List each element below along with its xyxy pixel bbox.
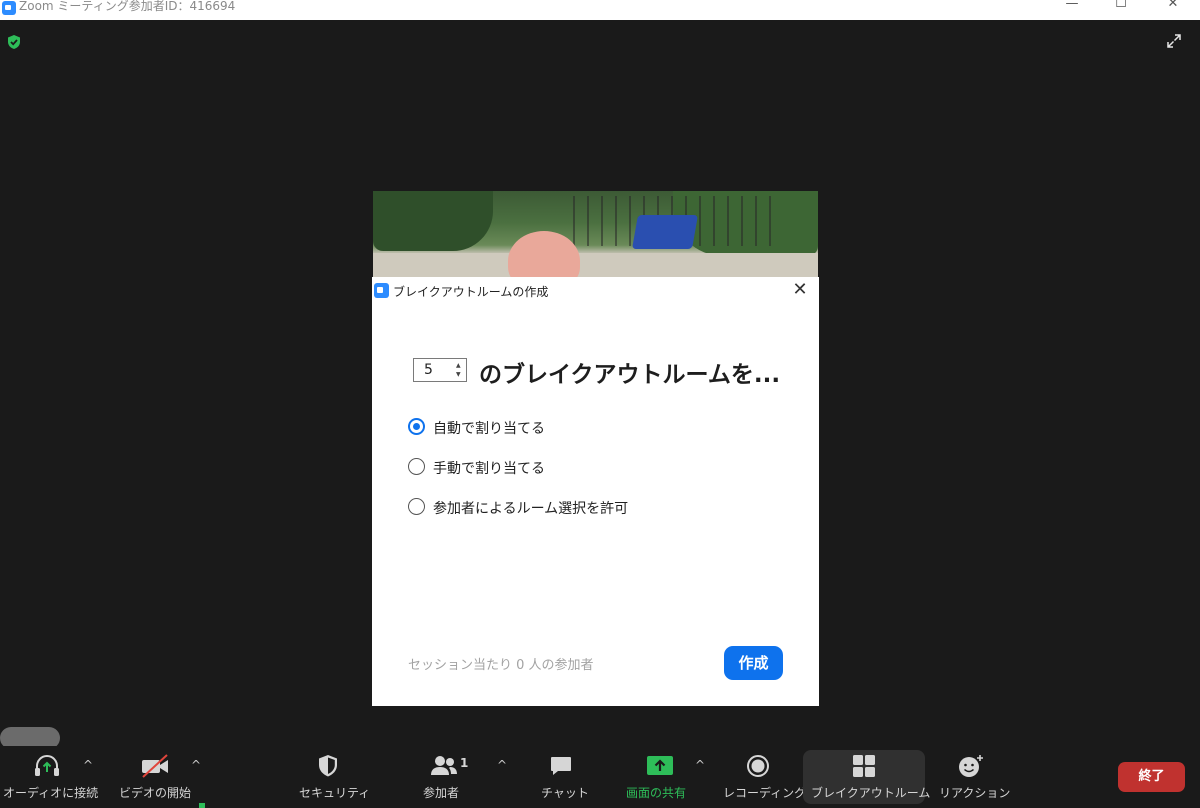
participants-count: 1 <box>460 756 469 770</box>
video-tree-left <box>373 191 493 251</box>
audio-button[interactable]: オーディオに接続 <box>0 746 99 804</box>
security-label: セキュリティ <box>299 786 371 800</box>
participants-button[interactable]: 1 参加者 <box>420 746 480 804</box>
participants-icon <box>431 756 457 775</box>
record-button[interactable]: レコーディング <box>720 746 806 804</box>
dialog-close-button[interactable]: ✕ <box>790 280 810 300</box>
end-meeting-button[interactable]: 終了 <box>1118 762 1185 792</box>
share-label: 画面の共有 <box>626 786 687 800</box>
share-options-caret[interactable]: ^ <box>695 759 705 771</box>
chat-button[interactable]: チャット <box>537 746 589 804</box>
record-label: レコーディング <box>723 786 807 800</box>
reaction-smiley-icon <box>959 755 983 777</box>
reactions-button[interactable]: リアクション <box>935 746 1010 804</box>
minimize-button[interactable]: — <box>1049 0 1095 18</box>
participants-per-session-note: セッション当たり 0 人の参加者 <box>408 658 594 673</box>
radio-manual-assign[interactable] <box>408 458 425 475</box>
maximize-button[interactable]: ☐ <box>1098 0 1144 18</box>
video-flamingo <box>508 231 580 281</box>
fullscreen-icon[interactable] <box>1164 31 1184 51</box>
audio-label: オーディオに接続 <box>3 786 99 800</box>
room-count-value: 5 <box>424 362 433 378</box>
create-button[interactable]: 作成 <box>724 646 783 680</box>
reactions-label: リアクション <box>939 786 1011 800</box>
rooms-label: のブレイクアウトルームを... <box>479 362 781 388</box>
option-label: 自動で割り当てる <box>433 421 545 437</box>
video-button[interactable]: ビデオの開始 <box>115 746 195 804</box>
encryption-shield-icon[interactable] <box>6 34 22 50</box>
chat-label: チャット <box>541 786 589 800</box>
option-label: 参加者によるルーム選択を許可 <box>433 501 629 517</box>
zoom-dialog-icon <box>374 283 389 298</box>
breakout-rooms-button[interactable]: ブレイクアウトルーム <box>803 750 930 804</box>
option-auto-assign[interactable]: 自動で割り当てる <box>408 417 668 439</box>
breakout-rooms-icon <box>853 755 875 777</box>
participants-options-caret[interactable]: ^ <box>497 759 507 771</box>
room-count-spinner[interactable]: 5 ▲ ▼ <box>413 358 467 382</box>
radio-auto-assign[interactable] <box>408 418 425 435</box>
breakout-create-dialog: ブレイクアウトルームの作成 ✕ 5 ▲ ▼ のブレイクアウトルームを... 自動… <box>372 277 819 706</box>
chat-icon <box>551 757 571 775</box>
spinner-up-icon[interactable]: ▲ <box>456 363 461 369</box>
spinner-down-icon[interactable]: ▼ <box>456 372 461 378</box>
window-title: Zoom ミーティング参加者ID：416694 <box>19 0 236 13</box>
option-manual-assign[interactable]: 手動で割り当てる <box>408 457 668 479</box>
title-bar: Zoom ミーティング参加者ID：416694 — ☐ ✕ <box>0 0 1200 20</box>
share-screen-icon <box>647 756 673 775</box>
record-icon <box>747 755 769 777</box>
window-close-button[interactable]: ✕ <box>1150 0 1196 18</box>
radio-self-select[interactable] <box>408 498 425 515</box>
headphone-icon <box>35 755 59 776</box>
breakout-label: ブレイクアウトルーム <box>811 786 931 800</box>
option-self-select[interactable]: 参加者によるルーム選択を許可 <box>408 497 668 519</box>
video-options-caret[interactable]: ^ <box>191 759 201 771</box>
audio-options-caret[interactable]: ^ <box>83 759 93 771</box>
video-blue-object <box>632 215 698 249</box>
video-off-icon <box>142 754 168 778</box>
zoom-app-icon <box>2 1 16 15</box>
security-button[interactable]: セキュリティ <box>295 746 370 804</box>
share-screen-button[interactable]: 画面の共有 <box>622 746 698 804</box>
status-indicator <box>199 803 205 808</box>
option-label: 手動で割り当てる <box>433 461 545 477</box>
participants-label: 参加者 <box>423 786 460 800</box>
participant-video <box>373 191 818 281</box>
security-shield-icon <box>319 755 337 777</box>
video-label: ビデオの開始 <box>119 786 192 800</box>
dialog-title: ブレイクアウトルームの作成 <box>393 285 549 299</box>
meeting-toolbar: オーディオに接続 ^ ビデオの開始 ^ セキュリティ 1 参加者 ^ チャット … <box>0 746 1200 808</box>
